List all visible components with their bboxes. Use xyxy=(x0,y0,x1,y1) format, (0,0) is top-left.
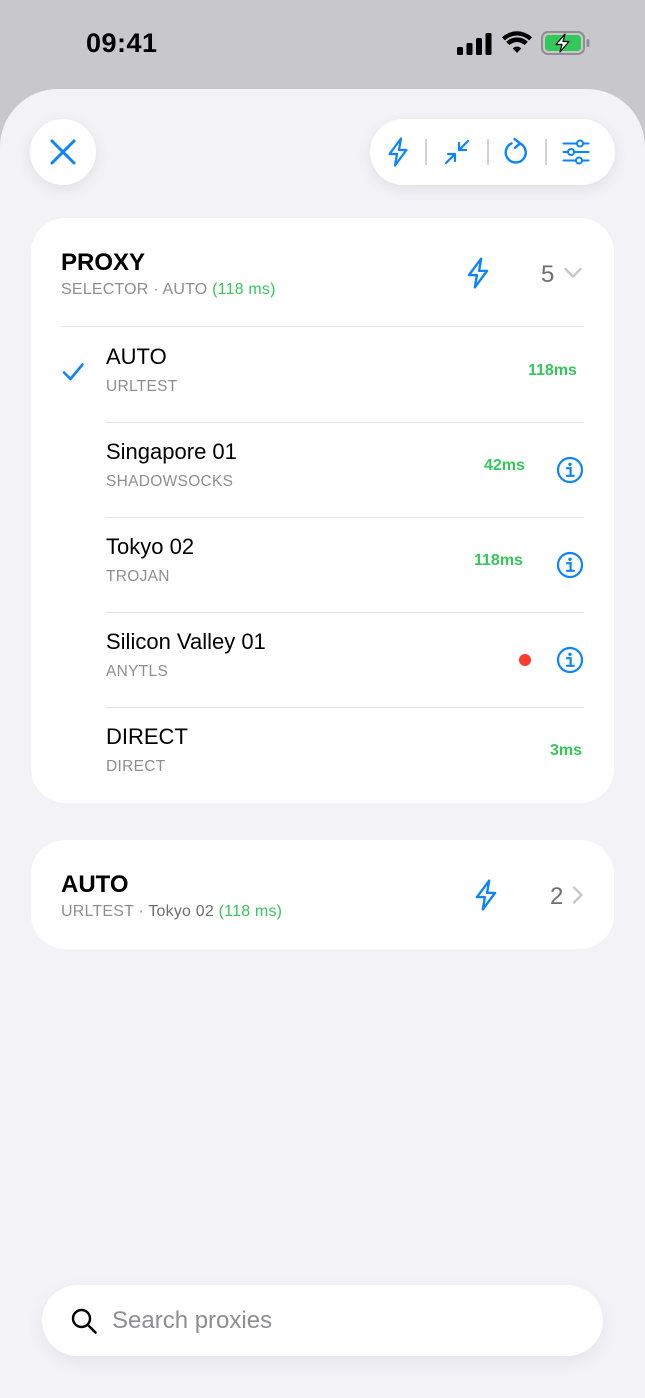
group-test-bolt-icon[interactable] xyxy=(472,879,500,911)
refresh-button[interactable] xyxy=(499,135,533,169)
collapse-all-button[interactable] xyxy=(440,135,474,169)
proxy-row-silicon-valley-01[interactable]: Silicon Valley 01 ANYTLS xyxy=(31,612,614,707)
toolbar-divider xyxy=(425,139,427,165)
proxy-latency: 118ms xyxy=(528,362,577,379)
wifi-icon xyxy=(502,31,532,53)
collapse-icon xyxy=(444,139,470,165)
info-icon[interactable] xyxy=(556,646,584,674)
proxy-latency: 118ms xyxy=(474,552,523,569)
proxy-group-header[interactable]: PROXY SELECTOR · AUTO (118 ms) 5 xyxy=(31,218,614,326)
proxy-latency: 42ms xyxy=(484,457,525,474)
status-time: 09:41 xyxy=(86,28,158,58)
proxy-type: ANYTLS xyxy=(106,663,169,680)
info-icon[interactable] xyxy=(556,456,584,484)
group-test-bolt-icon[interactable] xyxy=(464,257,492,289)
proxy-row-tokyo-02[interactable]: Tokyo 02 TROJAN 118ms xyxy=(31,517,614,612)
proxy-name: Tokyo 02 xyxy=(106,534,195,559)
search-icon xyxy=(71,1308,97,1334)
refresh-icon xyxy=(504,137,527,164)
proxy-name: Silicon Valley 01 xyxy=(106,629,266,654)
proxy-type: TROJAN xyxy=(106,568,170,585)
close-button[interactable] xyxy=(30,119,96,185)
sliders-icon xyxy=(562,139,590,165)
proxy-type: DIRECT xyxy=(106,758,166,775)
group-count: 2 xyxy=(550,883,564,910)
proxy-group-card: PROXY SELECTOR · AUTO (118 ms) 5 AUTO UR… xyxy=(31,218,614,803)
proxy-name: Singapore 01 xyxy=(106,439,237,464)
proxy-row-auto[interactable]: AUTO URLTEST 118ms xyxy=(31,327,614,422)
toolbar-divider xyxy=(487,139,489,165)
chevron-right-icon xyxy=(572,886,583,904)
latency-error-dot xyxy=(519,654,531,666)
proxy-row-singapore-01[interactable]: Singapore 01 SHADOWSOCKS 42ms xyxy=(31,422,614,517)
test-all-button[interactable] xyxy=(381,135,415,169)
close-icon xyxy=(50,139,76,165)
group-title: AUTO xyxy=(61,871,129,898)
group-subtitle: URLTEST · Tokyo 02 (118 ms) xyxy=(61,903,283,920)
group-count: 5 xyxy=(541,261,555,288)
filter-button[interactable] xyxy=(559,135,593,169)
proxy-latency: 3ms xyxy=(550,742,583,759)
info-icon[interactable] xyxy=(556,551,584,579)
group-title: PROXY xyxy=(61,249,146,276)
signal-icon xyxy=(457,33,492,55)
battery-charging-icon xyxy=(541,31,590,55)
search-bar[interactable] xyxy=(42,1285,603,1356)
toolbar-divider xyxy=(545,139,547,165)
proxy-name: AUTO xyxy=(106,344,167,369)
auto-group-card[interactable]: AUTO URLTEST · Tokyo 02 (118 ms) 2 xyxy=(31,840,614,949)
bolt-icon xyxy=(388,137,408,167)
search-input[interactable] xyxy=(112,1299,572,1343)
proxy-type: URLTEST xyxy=(106,378,178,395)
group-subtitle: SELECTOR · AUTO (118 ms) xyxy=(61,281,276,298)
chevron-down-icon xyxy=(564,267,582,278)
toolbar xyxy=(370,119,615,185)
checkmark-icon xyxy=(62,363,84,381)
proxy-name: DIRECT xyxy=(106,724,188,749)
status-bar: 09:41 xyxy=(0,0,645,90)
proxy-row-direct[interactable]: DIRECT DIRECT 3ms xyxy=(31,707,614,802)
proxy-type: SHADOWSOCKS xyxy=(106,473,234,490)
